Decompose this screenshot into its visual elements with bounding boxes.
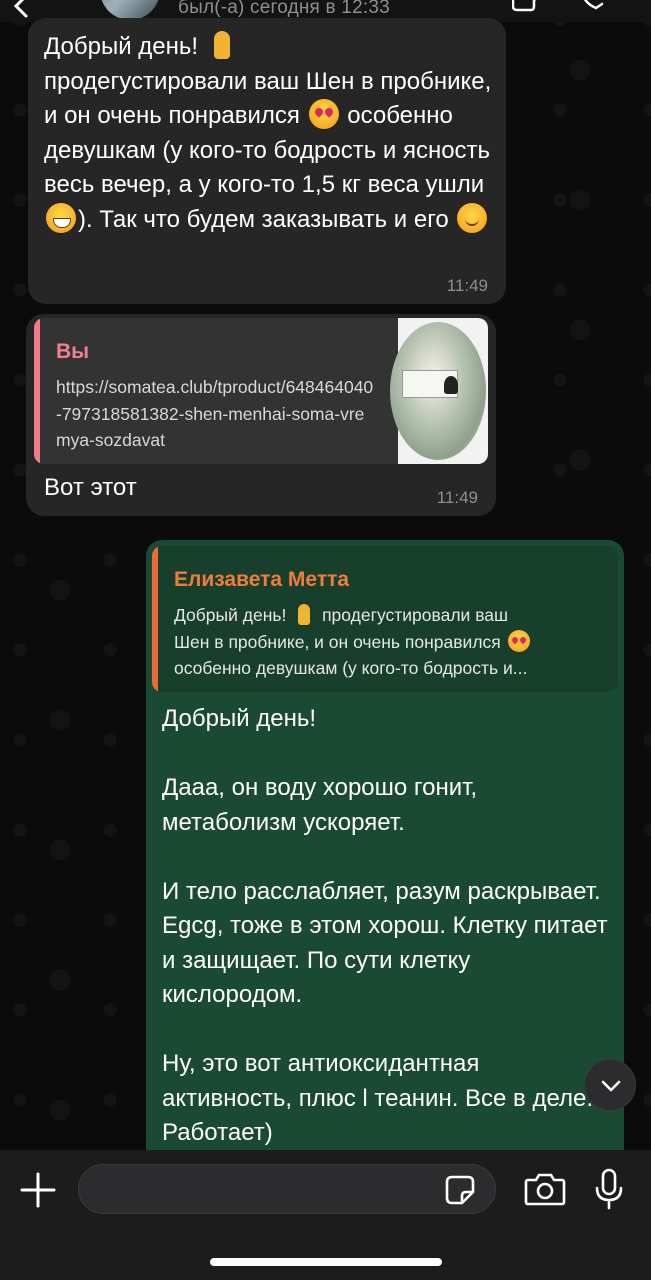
reply-line: Добрый день! продегустировали ваш [174, 602, 610, 629]
reply-preview-text: Добрый день! продегустировали ваш Шен в … [174, 602, 610, 682]
message-paragraph: Ну, это вот антиоксидантная активность, … [162, 1050, 594, 1146]
camera-icon[interactable] [524, 1172, 566, 1206]
message-input[interactable] [78, 1164, 496, 1214]
reply-text-part: продегустировали ваш [317, 605, 509, 625]
chevron-down-icon [601, 1080, 621, 1092]
reply-text-part: Шен в пробнике, и он очень понравился [174, 631, 506, 652]
attach-plus-icon[interactable] [20, 1172, 56, 1208]
reply-line: Шен в пробнике, и он очень понравился [174, 629, 610, 656]
message-paragraph: Дааа, он воду хорошо гонит, метаболизм у… [162, 774, 478, 836]
heart-eyes-emoji-icon [308, 99, 339, 129]
outgoing-message-bubble[interactable]: Елизавета Метта Добрый день! продегустир… [146, 540, 624, 1180]
message-input-bar [0, 1150, 651, 1280]
message-text-part: Добрый день! [44, 33, 205, 60]
reply-line: особенно девушкам (у кого-то бодрость и.… [174, 658, 528, 678]
folded-hands-emoji-icon [207, 30, 237, 60]
home-indicator [210, 1258, 442, 1266]
heart-eyes-emoji-icon [507, 629, 530, 652]
reply-accent-bar [152, 546, 158, 692]
message-text-part: ). Так что будем заказывать и его [78, 205, 456, 233]
video-call-icon[interactable] [512, 0, 542, 12]
grinning-face-emoji-icon [46, 202, 76, 233]
message-text: Добрый день! продегустировали ваш Шен в … [44, 30, 496, 237]
incoming-message-bubble[interactable]: Добрый день! продегустировали ваш Шен в … [28, 18, 506, 304]
link-accent-bar [34, 318, 40, 464]
link-preview[interactable]: Вы https://somatea.club/tproduct/6484640… [34, 318, 488, 464]
message-time: 11:49 [436, 488, 478, 507]
message-paragraph: И тело расслабляет, разум раскрывает. Eg… [162, 877, 608, 1009]
microphone-icon[interactable] [594, 1168, 624, 1210]
tea-cake-image-icon[interactable] [390, 318, 488, 464]
message-text: Вот этот [44, 474, 137, 501]
chat-background: был(-а) сегодня в 12:33 Добрый день! про… [0, 0, 651, 1280]
incoming-link-message-bubble[interactable]: Вы https://somatea.club/tproduct/6484640… [26, 314, 496, 516]
last-seen-status: был(-а) сегодня в 12:33 [178, 0, 390, 18]
link-preview-url[interactable]: https://somatea.club/tproduct/648464040-… [56, 374, 376, 454]
avatar[interactable] [100, 0, 160, 20]
tea-logo-icon [444, 376, 458, 394]
reply-sender-name: Елизавета Метта [174, 568, 350, 591]
message-time: 11:49 [446, 276, 488, 295]
smiling-face-emoji-icon [457, 202, 488, 233]
message-paragraph: Добрый день! [162, 705, 317, 732]
reply-quote[interactable]: Елизавета Метта Добрый день! продегустир… [152, 546, 618, 692]
sticker-icon[interactable] [444, 1174, 476, 1206]
message-text: Добрый день! Дааа, он воду хорошо гонит,… [162, 702, 612, 1185]
back-chevron-icon[interactable] [10, 0, 34, 18]
folded-hands-emoji-icon [293, 603, 315, 625]
reply-text-part: Добрый день! [174, 605, 292, 625]
scroll-to-bottom-button[interactable] [584, 1059, 636, 1111]
link-preview-sender: Вы [56, 340, 90, 363]
phone-call-icon[interactable] [580, 0, 606, 12]
